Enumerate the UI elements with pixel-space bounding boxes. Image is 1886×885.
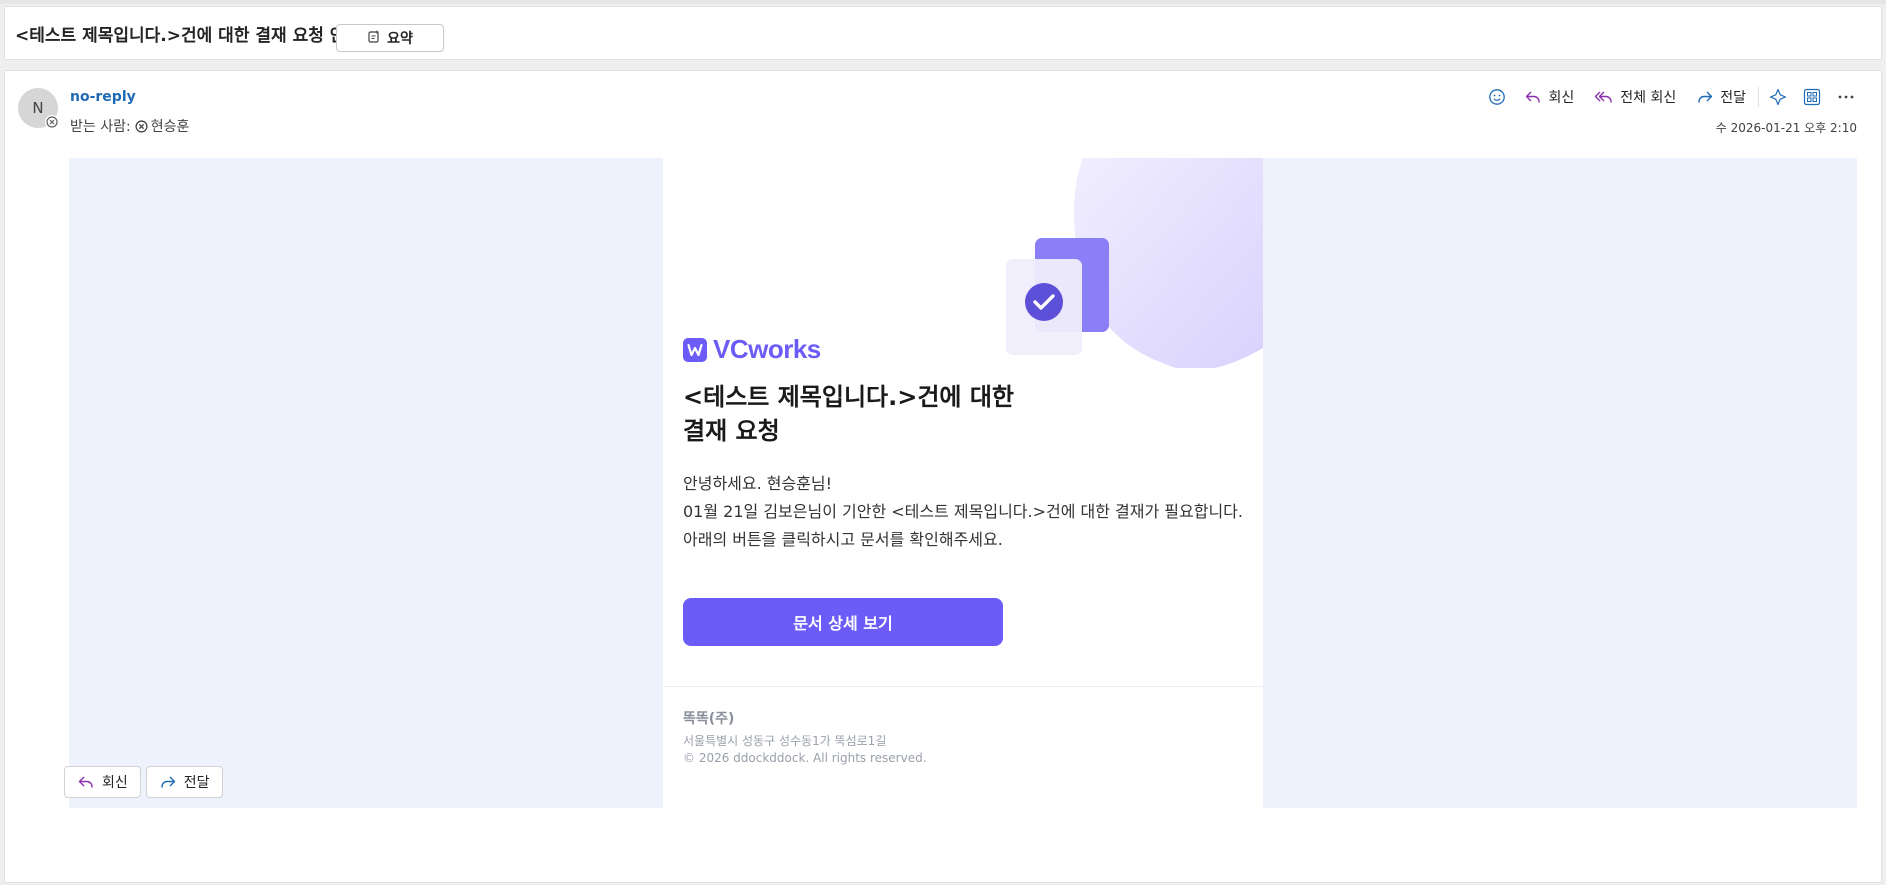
bottom-reply-button[interactable]: 회신 <box>64 766 141 798</box>
forward-button[interactable]: 전달 <box>1686 83 1756 111</box>
toolbar-divider <box>1758 87 1759 107</box>
message-card: N no-reply 받는 사람: 현승훈 회신 전체 회신 전달 수 2026… <box>4 70 1882 883</box>
body-text: 01월 21일 김보은님이 기안한 <테스트 제목입니다.>건에 대한 결재가 … <box>683 502 1243 521</box>
brand-logo: VCworks <box>683 334 821 365</box>
reply-label: 회신 <box>1548 90 1575 106</box>
presence-unknown-icon <box>45 115 59 129</box>
view-document-button[interactable]: 문서 상세 보기 <box>683 598 1003 646</box>
reply-button[interactable]: 회신 <box>1514 83 1584 111</box>
recipients-line: 받는 사람: 현승훈 <box>70 116 189 136</box>
window-top-strip <box>0 0 1886 4</box>
subject-header: <테스트 제목입니다.>건에 대한 결재 요청 안내 요약 <box>4 6 1882 60</box>
reply-label: 회신 <box>102 775 128 791</box>
apps-icon[interactable] <box>1795 83 1829 111</box>
recipient-chip[interactable]: 현승훈 <box>135 116 190 136</box>
summary-icon <box>367 29 381 47</box>
avatar-initial: N <box>32 99 44 117</box>
presence-unknown-icon <box>135 119 148 133</box>
reply-all-button[interactable]: 전체 회신 <box>1584 83 1686 111</box>
email-body: VCworks <테스트 제목입니다.>건에 대한 결재 요청 안녕하세요. 현… <box>69 158 1857 808</box>
forward-label: 전달 <box>183 775 210 791</box>
recipient-name: 현승훈 <box>150 119 190 135</box>
forward-icon <box>1698 91 1713 103</box>
headline-line: <테스트 제목입니다.>건에 대한 <box>683 383 1015 411</box>
headline-line: 결재 요청 <box>683 417 780 445</box>
forward-icon <box>161 776 175 788</box>
footer-divider <box>663 686 1263 687</box>
email-message: 안녕하세요. 현승훈님! 01월 21일 김보은님이 기안한 <테스트 제목입니… <box>683 470 1251 554</box>
company-address: 서울특별시 성동구 성수동1가 뚝섬로1길 <box>683 734 887 748</box>
sender-name[interactable]: no-reply <box>70 89 136 105</box>
message-date: 수 2026-01-21 오후 2:10 <box>1715 121 1857 135</box>
recipients-label: 받는 사람: <box>70 119 131 135</box>
email-headline: <테스트 제목입니다.>건에 대한 결재 요청 <box>683 380 1063 448</box>
bottom-forward-button[interactable]: 전달 <box>145 766 223 798</box>
emoji-icon[interactable] <box>1480 83 1514 111</box>
message-actions: 회신 전체 회신 전달 <box>1480 83 1863 111</box>
more-icon[interactable] <box>1829 83 1863 111</box>
body-text: 아래의 버튼을 클릭하시고 문서를 확인해주세요. <box>683 530 1003 549</box>
brand-name: VCworks <box>713 334 821 364</box>
sparkle-icon[interactable] <box>1761 83 1795 111</box>
bottom-actions: 회신 전달 <box>64 766 223 798</box>
reply-icon <box>78 776 93 788</box>
email-content: VCworks <테스트 제목입니다.>건에 대한 결재 요청 안녕하세요. 현… <box>663 158 1263 808</box>
summary-button[interactable]: 요약 <box>336 24 444 52</box>
brand-mark-icon <box>683 337 707 362</box>
reply-icon <box>1526 91 1541 103</box>
summary-label: 요약 <box>387 31 413 47</box>
reply-all-label: 전체 회신 <box>1620 90 1677 106</box>
greeting-text: 안녕하세요. 현승훈님! <box>683 474 833 493</box>
copyright-text: © 2026 ddockddock. All rights reserved. <box>683 751 927 765</box>
reply-all-icon <box>1595 91 1612 103</box>
company-name: 똑똑(주) <box>683 711 735 727</box>
subject-title: <테스트 제목입니다.>건에 대한 결재 요청 안내 <box>15 26 362 46</box>
forward-label: 전달 <box>1720 90 1746 106</box>
